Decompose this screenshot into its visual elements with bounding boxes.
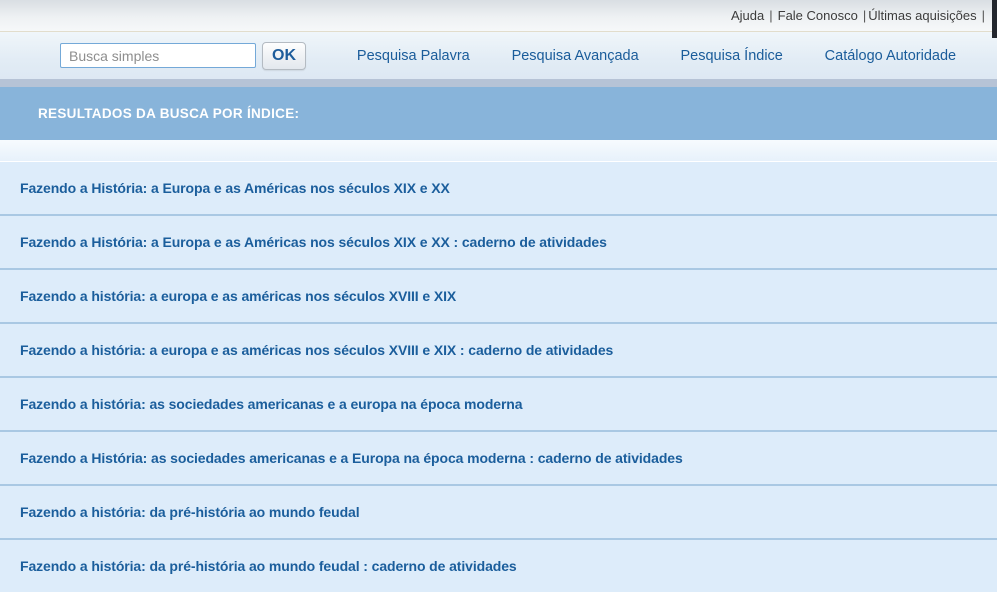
result-title-link[interactable]: Fazendo a História: as sociedades americ… <box>20 450 683 466</box>
result-row[interactable]: Fazendo a história: as sociedades americ… <box>0 378 997 432</box>
result-row[interactable]: Fazendo a história: da pré-história ao m… <box>0 540 997 592</box>
catalog-nav: Pesquisa Palavra Pesquisa Avançada Pesqu… <box>306 48 997 64</box>
result-row[interactable]: Fazendo a História: as sociedades americ… <box>0 432 997 486</box>
result-row[interactable]: Fazendo a história: da pré-história ao m… <box>0 486 997 540</box>
results-header-title: RESULTADOS DA BUSCA POR ÍNDICE: <box>38 106 299 121</box>
result-title-link[interactable]: Fazendo a história: a europa e as améric… <box>20 288 456 304</box>
nav-catalogo-autoridade[interactable]: Catálogo Autoridade <box>825 48 956 64</box>
utility-bar: Ajuda | Fale Conosco | Últimas aquisiçõe… <box>0 0 997 32</box>
result-title-link[interactable]: Fazendo a história: a europa e as améric… <box>20 342 613 358</box>
link-separator: | <box>858 8 868 23</box>
result-title-link[interactable]: Fazendo a história: da pré-história ao m… <box>20 558 517 574</box>
result-title-link[interactable]: Fazendo a História: a Europa e as Améric… <box>20 180 450 196</box>
nav-pesquisa-indice[interactable]: Pesquisa Índice <box>680 48 782 64</box>
latest-acquisitions-link[interactable]: Últimas aquisições <box>868 8 976 23</box>
divider-band <box>0 79 997 87</box>
window-edge-strip <box>992 0 997 38</box>
search-nav-bar: OK Pesquisa Palavra Pesquisa Avançada Pe… <box>0 32 997 79</box>
result-title-link[interactable]: Fazendo a história: da pré-história ao m… <box>20 504 360 520</box>
nav-pesquisa-avancada[interactable]: Pesquisa Avançada <box>512 48 639 64</box>
results-subheader-strip <box>0 140 997 162</box>
results-list: Fazendo a História: a Europa e as Améric… <box>0 162 997 592</box>
contact-link[interactable]: Fale Conosco <box>778 8 858 23</box>
results-header-band: RESULTADOS DA BUSCA POR ÍNDICE: <box>0 87 997 140</box>
simple-search-input[interactable] <box>60 43 256 68</box>
help-link[interactable]: Ajuda <box>731 8 764 23</box>
result-title-link[interactable]: Fazendo a História: a Europa e as Améric… <box>20 234 607 250</box>
link-separator: | <box>977 8 987 23</box>
simple-search-group: OK <box>60 42 306 70</box>
result-row[interactable]: Fazendo a história: a europa e as améric… <box>0 270 997 324</box>
result-row[interactable]: Fazendo a História: a Europa e as Améric… <box>0 162 997 216</box>
result-title-link[interactable]: Fazendo a história: as sociedades americ… <box>20 396 522 412</box>
result-row[interactable]: Fazendo a história: a europa e as améric… <box>0 324 997 378</box>
link-separator: | <box>764 8 777 23</box>
search-ok-button[interactable]: OK <box>262 42 306 70</box>
result-row[interactable]: Fazendo a História: a Europa e as Améric… <box>0 216 997 270</box>
nav-pesquisa-palavra[interactable]: Pesquisa Palavra <box>357 48 470 64</box>
